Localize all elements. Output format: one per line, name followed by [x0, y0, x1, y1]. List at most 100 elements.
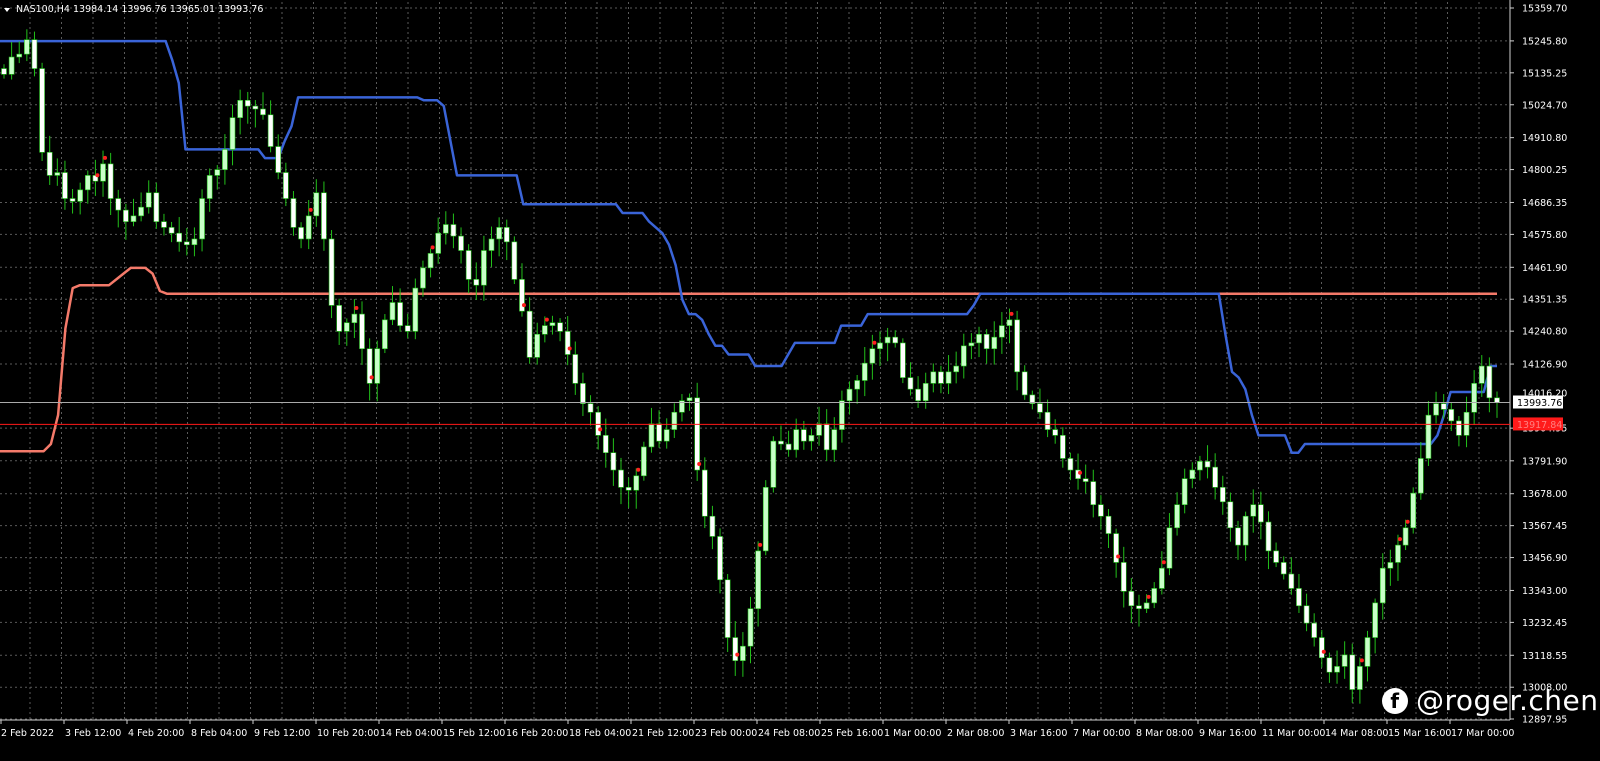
candle-bear — [450, 224, 457, 237]
candle-bear — [1349, 654, 1356, 690]
candle-bull — [968, 342, 975, 347]
candle-bull — [229, 117, 236, 150]
x-tick-label: 23 Feb 00:00 — [695, 728, 757, 739]
x-tick-label: 8 Mar 08:00 — [1136, 728, 1193, 739]
candle-bear — [1136, 605, 1142, 609]
candle-bull — [960, 345, 967, 367]
candle-bear — [1128, 591, 1135, 607]
y-tick-label: 14575.80 — [1522, 230, 1567, 241]
candle-bear — [572, 354, 579, 384]
candle-bear — [283, 172, 289, 199]
candle-bull — [953, 365, 959, 373]
signal-dot — [308, 207, 313, 212]
candle-bull — [420, 267, 426, 289]
signal-dot — [735, 652, 740, 657]
candle-bear — [62, 172, 68, 199]
candle-bear — [1204, 461, 1211, 468]
price-chart[interactable]: 15359.70 15245.80 15135.25 15024.70 14910.80… — [0, 0, 1600, 761]
y-tick-label: 15135.25 — [1522, 68, 1567, 79]
candle-bear — [602, 435, 609, 453]
candle-bear — [892, 336, 899, 344]
candle-bear — [557, 322, 563, 332]
candle-bull — [884, 336, 891, 344]
candle-bull — [1341, 654, 1348, 667]
candle-bear — [1044, 411, 1051, 430]
x-tick-label: 15 Feb 12:00 — [443, 728, 505, 739]
candle-bull — [100, 163, 106, 182]
candle-bull — [770, 440, 777, 488]
candle-bear — [1082, 478, 1089, 482]
x-tick-label: 3 Mar 16:00 — [1010, 728, 1067, 739]
candle-bear — [252, 105, 259, 110]
candle-bull — [534, 333, 541, 358]
candle-bear — [778, 440, 784, 445]
candle-bull — [382, 319, 388, 350]
x-tick-label: 1 Mar 00:00 — [884, 728, 941, 739]
candle-bull — [831, 429, 838, 451]
candle-bear — [610, 452, 617, 471]
candle-bull — [854, 380, 860, 390]
y-tick-label: 15359.70 — [1522, 4, 1567, 15]
candle-bull — [1379, 567, 1386, 604]
signal-dot — [354, 306, 359, 311]
candle-bull — [374, 348, 381, 384]
candle-bull — [808, 435, 815, 442]
candle-bull — [1463, 411, 1470, 436]
candle-bull — [1478, 365, 1485, 384]
candle-bear — [900, 342, 906, 378]
candle-bear — [1067, 458, 1074, 471]
candle-bear — [336, 305, 342, 332]
candle-bull — [222, 149, 228, 170]
candle-bear — [1227, 501, 1234, 529]
x-tick-label: 18 Feb 04:00 — [569, 728, 631, 739]
signal-dot — [1405, 519, 1410, 524]
y-tick-label: 13791.90 — [1522, 456, 1567, 467]
x-tick-label: 2 Feb 2022 — [1, 728, 54, 739]
candle-bull — [1166, 527, 1173, 569]
facebook-icon: f — [1382, 687, 1408, 714]
candle-bear — [1052, 429, 1058, 436]
candle-bear — [1258, 504, 1264, 523]
candle-bull — [1410, 492, 1417, 529]
candle-bear — [709, 515, 716, 537]
candle-bull — [793, 429, 800, 451]
candle-bear — [359, 313, 365, 350]
candle-bear — [503, 227, 510, 243]
candle-bear — [907, 377, 914, 390]
candle-bull — [1395, 544, 1401, 563]
candle-bear — [1060, 435, 1066, 459]
x-tick-label: 2 Mar 08:00 — [947, 728, 1004, 739]
candle-bear — [321, 192, 327, 240]
signal-dot — [521, 303, 526, 308]
candle-bear — [580, 383, 586, 404]
candle-bull — [816, 423, 822, 436]
signal-dot — [1146, 594, 1151, 599]
candle-bear — [458, 235, 464, 251]
y-tick-label: 13567.45 — [1522, 521, 1567, 532]
candle-bull — [412, 287, 419, 332]
candle-bull — [1197, 461, 1203, 471]
candle-bear — [694, 397, 700, 471]
candle-bull — [351, 313, 358, 324]
candle-bear — [915, 388, 921, 402]
candle-bear — [1273, 550, 1279, 563]
candle-bull — [343, 322, 350, 332]
candle-bull — [542, 325, 548, 335]
chart-header[interactable]: NAS100,H4 13984.14 13996.76 13965.01 139… — [4, 4, 263, 15]
x-tick-label: 16 Feb 20:00 — [506, 728, 568, 739]
x-tick-label: 8 Feb 04:00 — [191, 728, 247, 739]
watermark: f @roger.chen — [1382, 684, 1598, 717]
candle-bull — [762, 487, 769, 552]
signal-dot — [758, 542, 763, 547]
candle-bear — [176, 232, 182, 243]
candle-bear — [823, 423, 830, 451]
candle-bear — [1296, 588, 1302, 607]
candle-bull — [1159, 567, 1165, 589]
candle-bull — [54, 172, 61, 176]
candle-bear — [404, 325, 411, 332]
candle-bear — [1440, 403, 1447, 410]
candle-bull — [846, 388, 853, 402]
candle-bull — [671, 411, 678, 430]
candle-bear — [1120, 562, 1127, 592]
candle-bear — [267, 114, 274, 147]
